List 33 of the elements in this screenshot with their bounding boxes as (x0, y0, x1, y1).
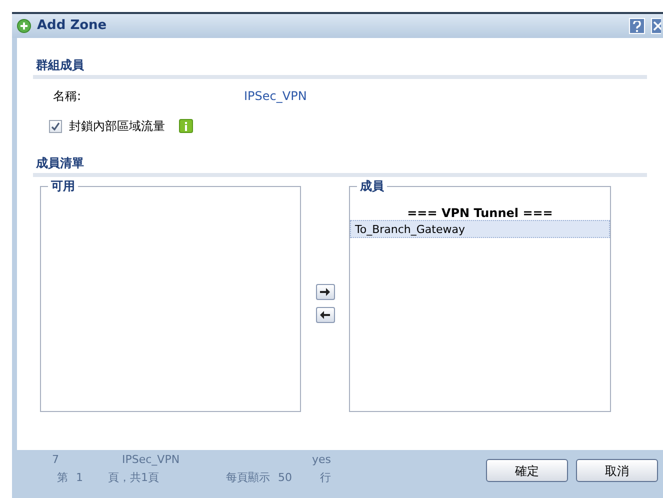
left-arrow-icon (320, 310, 330, 318)
background-cell-text: 7 (52, 452, 60, 468)
name-value: IPSec_VPN (244, 88, 307, 105)
section-title: 成員清單 (33, 154, 647, 177)
dialog-button[interactable]: 確定 (486, 459, 568, 482)
pager-field: 50 (278, 470, 312, 486)
pager-label: 第 (57, 470, 68, 486)
list-item[interactable]: To_Branch_Gateway (350, 220, 610, 238)
available-legend: 可用 (48, 178, 78, 194)
right-arrow-icon (320, 288, 330, 296)
pager-total: 頁，共1頁 (108, 470, 160, 486)
checkbox[interactable] (49, 120, 62, 132)
move-right-button[interactable] (316, 284, 334, 300)
pager-field: 1 (76, 470, 100, 486)
help-icon (633, 20, 641, 32)
info-icon[interactable] (179, 119, 193, 133)
background-cell-text: yes (312, 452, 332, 468)
help-button[interactable] (629, 18, 645, 34)
pager-label: 每頁顯示 (226, 470, 270, 486)
checkbox-label: 封鎖內部區域流量 (69, 118, 165, 135)
move-left-button[interactable] (316, 306, 334, 322)
dialog-button[interactable]: 取消 (576, 459, 658, 482)
add-icon (17, 19, 31, 33)
section-title: 群組成員 (33, 56, 647, 79)
checkmark-icon (51, 122, 60, 130)
close-icon (652, 21, 660, 31)
name-label: 名稱: (53, 88, 82, 105)
group-header: === VPN Tunnel === (406, 206, 554, 220)
pager-label: 行 (320, 470, 331, 486)
close-button[interactable] (651, 18, 661, 34)
background-cell-text: IPSec_VPN (122, 452, 181, 468)
window-title: Add Zone (37, 17, 107, 36)
members-legend: 成員 (357, 178, 387, 194)
